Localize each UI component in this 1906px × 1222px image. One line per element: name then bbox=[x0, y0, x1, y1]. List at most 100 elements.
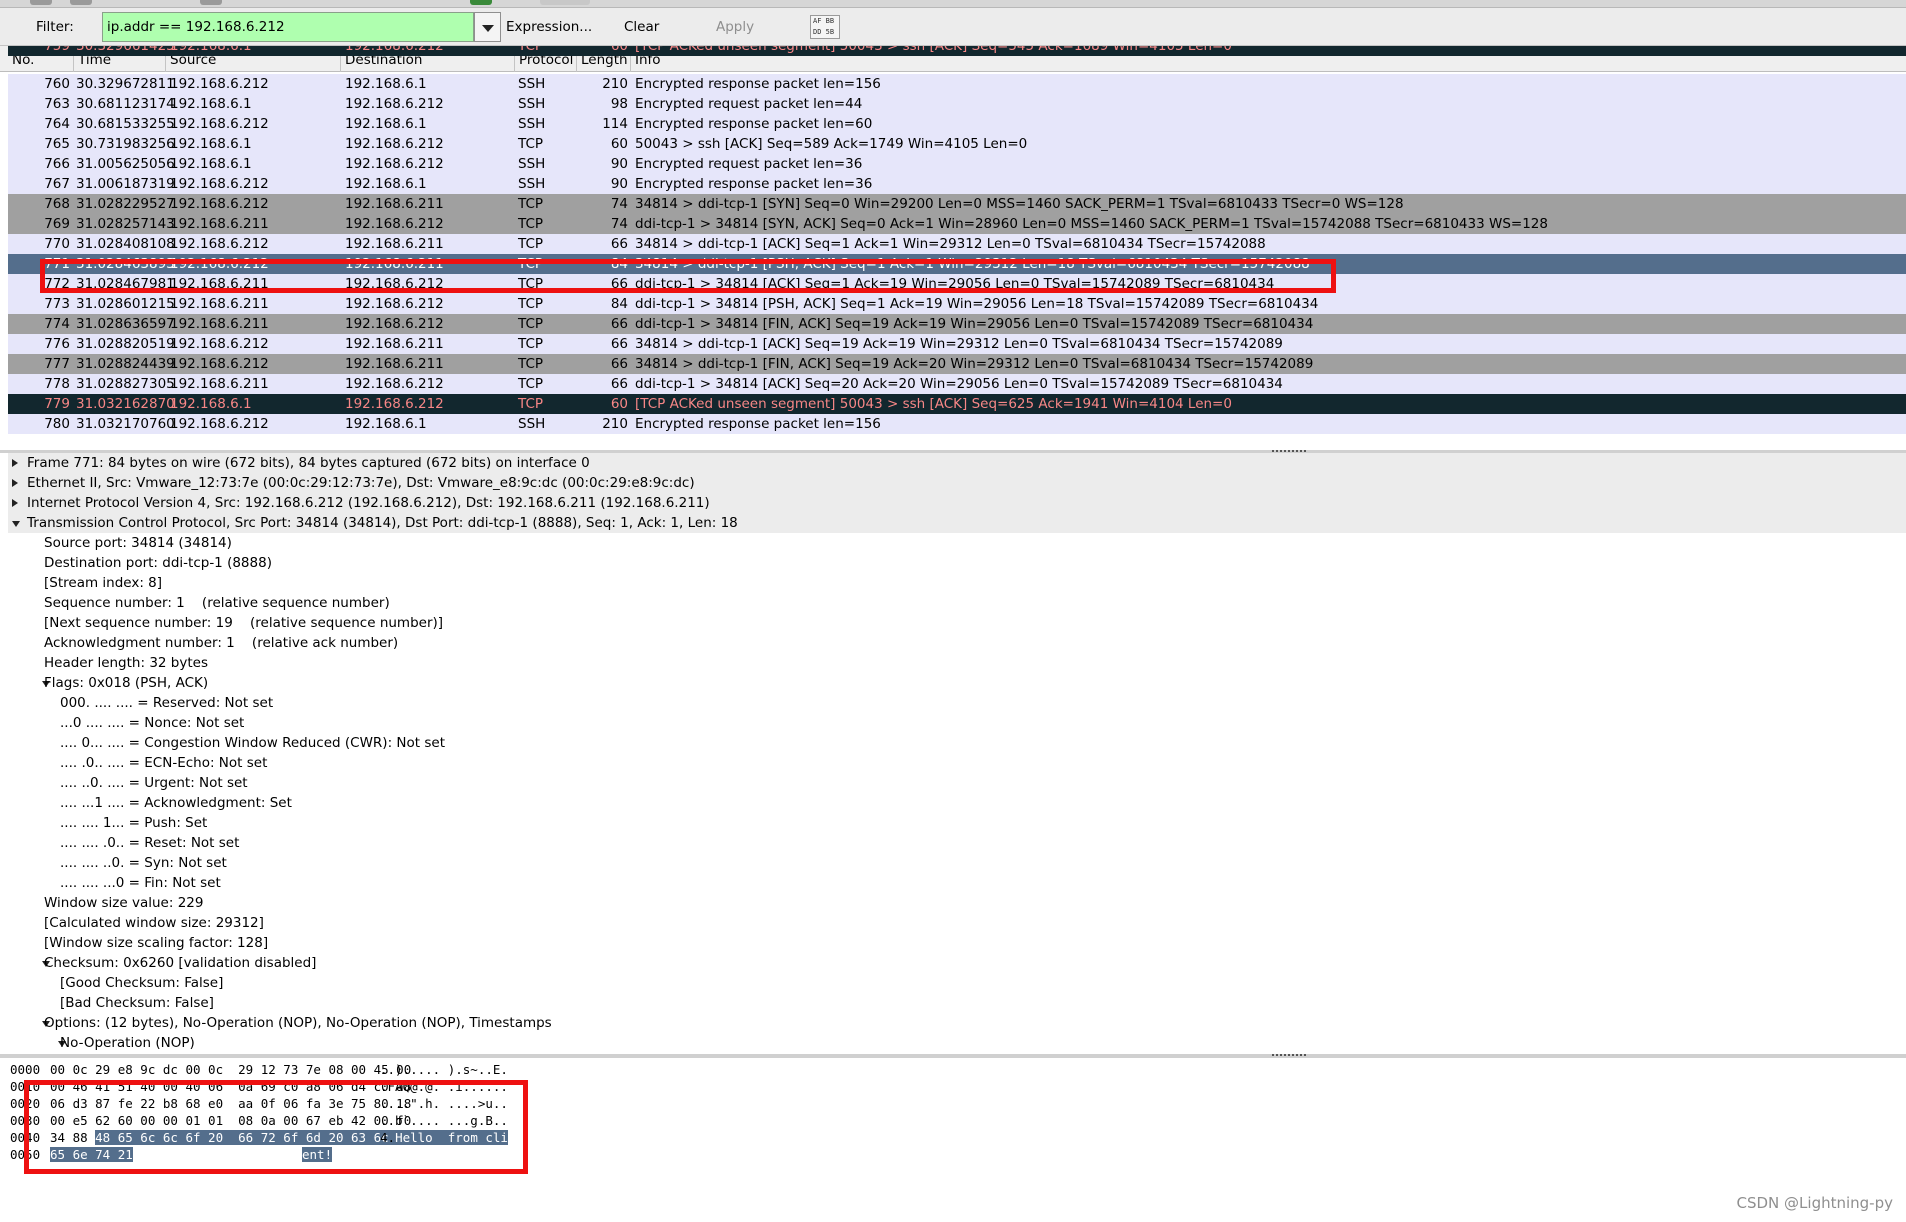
packet-protocol-cell: TCP bbox=[518, 46, 544, 54]
detail-tree-item[interactable]: Internet Protocol Version 4, Src: 192.16… bbox=[8, 493, 1906, 513]
packet-row[interactable]: 774 31.028636597 192.168.6.211 192.168.6.21… bbox=[8, 314, 1906, 334]
detail-tree-item[interactable]: Source port: 34814 (34814) bbox=[8, 533, 1906, 553]
packet-destination-cell: 192.168.6.1 bbox=[345, 116, 427, 132]
filter-history-dropdown-button[interactable] bbox=[474, 12, 501, 42]
apply-button[interactable]: Apply bbox=[716, 19, 754, 35]
detail-tree-item[interactable]: Header length: 32 bytes bbox=[8, 653, 1906, 673]
detail-tree-item[interactable]: [Calculated window size: 29312] bbox=[8, 913, 1906, 933]
packet-row[interactable]: 773 31.028601215 192.168.6.211 192.168.6.21… bbox=[8, 294, 1906, 314]
detail-tree-label: 000. .... .... = Reserved: Not set bbox=[60, 695, 274, 711]
packet-row[interactable]: 780 31.032170760 192.168.6.212 192.168.6.1 S… bbox=[8, 414, 1906, 434]
expanded-triangle-icon[interactable] bbox=[12, 521, 20, 527]
detail-tree-label: .... .... ..0. = Syn: Not set bbox=[60, 855, 227, 871]
packet-row[interactable]: 759 30.329661425 192.168.6.1 192.168.6.212 T… bbox=[8, 46, 1906, 56]
detail-tree-item[interactable]: .... .... .0.. = Reset: Not set bbox=[8, 833, 1906, 853]
detail-tree-item[interactable]: Options: (12 bytes), No-Operation (NOP),… bbox=[8, 1013, 1906, 1033]
packet-no-cell: 774 bbox=[44, 316, 70, 332]
ascii-bytes: ..b`.... ...g.B.. bbox=[380, 1113, 508, 1128]
detail-tree-item[interactable]: Window size value: 229 bbox=[8, 893, 1906, 913]
packet-row[interactable]: 772 31.028467981 192.168.6.211 192.168.6.21… bbox=[8, 274, 1906, 294]
packet-row[interactable]: 764 30.681533255 192.168.6.212 192.168.6.1 S… bbox=[8, 114, 1906, 134]
detail-tree-item[interactable]: Frame 771: 84 bytes on wire (672 bits), … bbox=[8, 453, 1906, 473]
packet-protocol-cell: TCP bbox=[518, 136, 544, 152]
packet-source-cell: 192.168.6.1 bbox=[170, 396, 252, 412]
detail-tree-item[interactable]: Destination port: ddi-tcp-1 (8888) bbox=[8, 553, 1906, 573]
packet-protocol-cell: SSH bbox=[518, 116, 546, 132]
detail-tree-item[interactable]: Acknowledgment number: 1 (relative ack n… bbox=[8, 633, 1906, 653]
packet-no-cell: 764 bbox=[44, 116, 70, 132]
packet-row[interactable]: 777 31.028824439 192.168.6.212 192.168.6.21… bbox=[8, 354, 1906, 374]
packet-length-cell: 60 bbox=[610, 136, 628, 152]
packet-info-cell: 34814 > ddi-tcp-1 [ACK] Seq=1 Ack=1 Win=… bbox=[635, 236, 1266, 252]
packet-row[interactable]: 771 31.028463893 192.168.6.212 192.168.6.21… bbox=[8, 254, 1906, 274]
packet-row[interactable]: 767 31.006187319 192.168.6.212 192.168.6.1 S… bbox=[8, 174, 1906, 194]
packet-length-cell: 60 bbox=[610, 396, 628, 412]
packet-protocol-cell: SSH bbox=[518, 156, 546, 172]
packet-length-cell: 66 bbox=[610, 276, 628, 292]
packet-row[interactable]: 765 30.731983256 192.168.6.1 192.168.6.212 T… bbox=[8, 134, 1906, 154]
detail-tree-item[interactable]: [Window size scaling factor: 128] bbox=[8, 933, 1906, 953]
toolbar-button-edge[interactable] bbox=[30, 0, 52, 5]
detail-tree-item[interactable]: ...0 .... .... = Nonce: Not set bbox=[8, 713, 1906, 733]
packet-row[interactable]: 776 31.028820519 192.168.6.212 192.168.6.21… bbox=[8, 334, 1906, 354]
packet-length-cell: 60 bbox=[610, 46, 628, 54]
detail-tree-item[interactable]: [Stream index: 8] bbox=[8, 573, 1906, 593]
packet-no-cell: 768 bbox=[44, 196, 70, 212]
collapsed-triangle-icon[interactable] bbox=[12, 479, 18, 487]
detail-tree-item[interactable]: Ethernet II, Src: Vmware_12:73:7e (00:0c… bbox=[8, 473, 1906, 493]
detail-tree-item[interactable]: .... .... ..0. = Syn: Not set bbox=[8, 853, 1906, 873]
detail-tree-label: Header length: 32 bytes bbox=[44, 655, 208, 671]
clear-button[interactable]: Clear bbox=[624, 19, 659, 35]
packet-length-cell: 74 bbox=[610, 216, 628, 232]
packet-row[interactable]: 760 30.329672811 192.168.6.212 192.168.6.1 S… bbox=[8, 74, 1906, 94]
detail-tree-label: ...0 .... .... = Nonce: Not set bbox=[60, 715, 245, 731]
packet-time-cell: 31.028467981 bbox=[76, 276, 175, 292]
expression-button[interactable]: Expression... bbox=[506, 19, 592, 35]
collapsed-triangle-icon[interactable] bbox=[12, 499, 18, 507]
packet-row[interactable]: 768 31.028229527 192.168.6.212 192.168.6.21… bbox=[8, 194, 1906, 214]
detail-tree-item[interactable]: .... .0.. .... = ECN-Echo: Not set bbox=[8, 753, 1906, 773]
packet-no-cell: 770 bbox=[44, 236, 70, 252]
ascii-selected: ent! bbox=[302, 1147, 333, 1162]
collapsed-triangle-icon[interactable] bbox=[12, 459, 18, 467]
packet-length-cell: 90 bbox=[610, 156, 628, 172]
packet-row[interactable]: 769 31.028257143 192.168.6.211 192.168.6.21… bbox=[8, 214, 1906, 234]
packet-destination-cell: 192.168.6.1 bbox=[345, 416, 427, 432]
detail-tree-item[interactable]: [Next sequence number: 19 (relative sequ… bbox=[8, 613, 1906, 633]
detail-tree-item[interactable]: Flags: 0x018 (PSH, ACK) bbox=[8, 673, 1906, 693]
packet-no-cell: 766 bbox=[44, 156, 70, 172]
detail-tree-item[interactable]: No-Operation (NOP) bbox=[8, 1033, 1906, 1053]
detail-tree-item[interactable]: Checksum: 0x6260 [validation disabled] bbox=[8, 953, 1906, 973]
packet-info-cell: ddi-tcp-1 > 34814 [SYN, ACK] Seq=0 Ack=1… bbox=[635, 216, 1548, 232]
detail-tree-item[interactable]: .... 0... .... = Congestion Window Reduc… bbox=[8, 733, 1906, 753]
detail-tree-item[interactable]: .... ..0. .... = Urgent: Not set bbox=[8, 773, 1906, 793]
packet-destination-cell: 192.168.6.212 bbox=[345, 136, 444, 152]
toolbar-button-edge[interactable] bbox=[200, 0, 222, 5]
packet-time-cell: 31.028827305 bbox=[76, 376, 175, 392]
packet-row[interactable]: 779 31.032162870 192.168.6.1 192.168.6.212 T… bbox=[8, 394, 1906, 414]
toolbar-button-edge[interactable] bbox=[470, 0, 492, 5]
save-filter-icon[interactable]: AF BB DD 5B bbox=[810, 15, 840, 39]
detail-tree-item[interactable]: Sequence number: 1 (relative sequence nu… bbox=[8, 593, 1906, 613]
ascii-plain: ..b`.... ...g.B.. bbox=[380, 1113, 508, 1128]
packet-info-cell: Encrypted response packet len=60 bbox=[635, 116, 873, 132]
packet-row[interactable]: 770 31.028408108 192.168.6.212 192.168.6.21… bbox=[8, 234, 1906, 254]
detail-tree-item[interactable]: 000. .... .... = Reserved: Not set bbox=[8, 693, 1906, 713]
detail-tree-item[interactable]: [Bad Checksum: False] bbox=[8, 993, 1906, 1013]
packet-row[interactable]: 778 31.028827305 192.168.6.211 192.168.6.21… bbox=[8, 374, 1906, 394]
detail-tree-item[interactable]: .... ...1 .... = Acknowledgment: Set bbox=[8, 793, 1906, 813]
packet-row[interactable]: 766 31.005625056 192.168.6.1 192.168.6.212 S… bbox=[8, 154, 1906, 174]
packet-source-cell: 192.168.6.212 bbox=[170, 256, 269, 272]
packet-row[interactable]: 763 30.681123174 192.168.6.1 192.168.6.212 S… bbox=[8, 94, 1906, 114]
detail-tree-label: Frame 771: 84 bytes on wire (672 bits), … bbox=[27, 455, 590, 471]
detail-tree-item[interactable]: [Good Checksum: False] bbox=[8, 973, 1906, 993]
packet-length-cell: 84 bbox=[610, 256, 628, 272]
toolbar-button-edge[interactable] bbox=[70, 0, 92, 5]
packet-protocol-cell: TCP bbox=[518, 376, 544, 392]
detail-tree-item[interactable]: .... .... ...0 = Fin: Not set bbox=[8, 873, 1906, 893]
detail-tree-item[interactable]: Transmission Control Protocol, Src Port:… bbox=[8, 513, 1906, 533]
toolbar-button-edge[interactable] bbox=[540, 0, 590, 5]
detail-tree-item[interactable]: .... .... 1... = Push: Set bbox=[8, 813, 1906, 833]
display-filter-input[interactable]: ip.addr == 192.168.6.212 bbox=[102, 12, 474, 42]
packet-length-cell: 74 bbox=[610, 196, 628, 212]
